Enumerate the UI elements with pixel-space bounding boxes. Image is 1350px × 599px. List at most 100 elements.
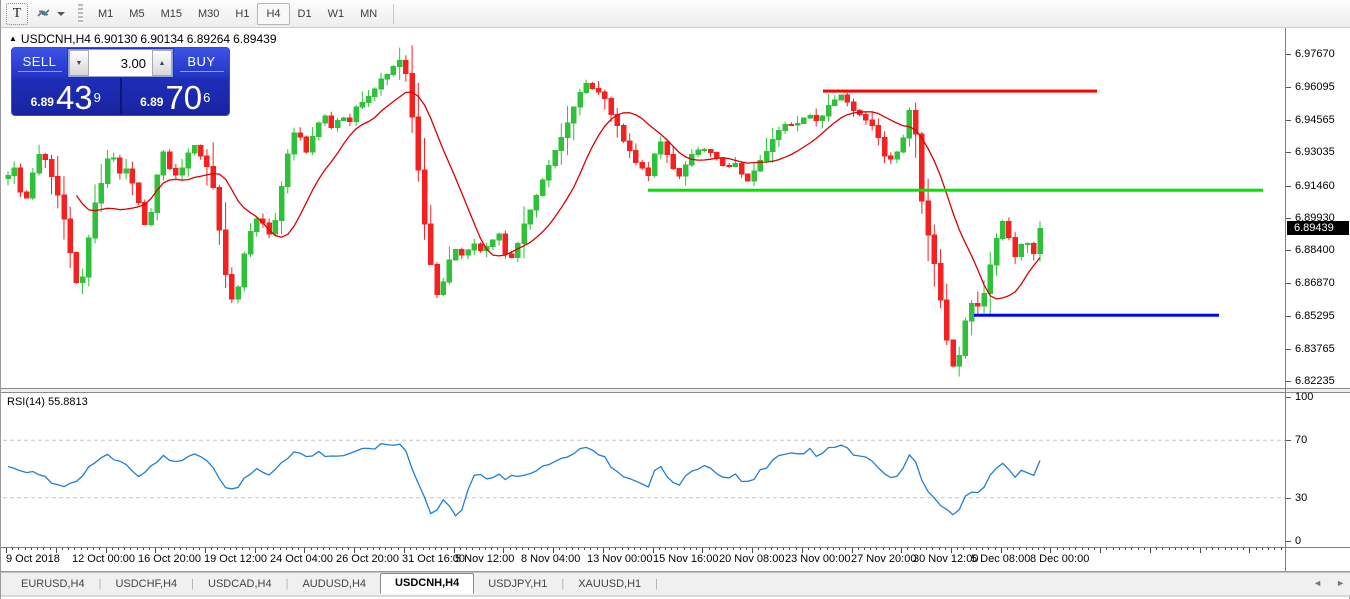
chart-tab-audusd-h4[interactable]: AUDUSD,H4 bbox=[288, 575, 380, 594]
chart-tab-usdcad-h4[interactable]: USDCAD,H4 bbox=[194, 575, 286, 594]
buy-price[interactable]: 6.89 70 6 bbox=[122, 78, 230, 116]
time-tick bbox=[547, 548, 548, 550]
time-tick bbox=[174, 548, 175, 550]
time-tick bbox=[1256, 548, 1257, 550]
time-tick bbox=[1032, 548, 1033, 550]
pane-separator[interactable] bbox=[1, 388, 1350, 393]
rsi-line bbox=[8, 444, 1040, 516]
time-axis-label: 15 Nov 16:00 bbox=[653, 553, 718, 565]
sell-button[interactable]: SELL bbox=[12, 48, 67, 78]
toolbar-grip[interactable] bbox=[78, 4, 83, 24]
rsi-tick-label: 100 bbox=[1295, 391, 1313, 403]
price-tick-label: 6.96095 bbox=[1295, 81, 1335, 93]
time-tick bbox=[416, 548, 417, 550]
time-tick bbox=[472, 548, 473, 550]
buy-button-label: BUY bbox=[187, 54, 215, 69]
time-tick bbox=[796, 548, 797, 550]
time-tick bbox=[665, 548, 666, 550]
time-tick bbox=[1187, 548, 1188, 550]
price-tick-label: 6.86870 bbox=[1295, 277, 1335, 289]
chart-tab-eurusd-h4[interactable]: EURUSD,H4 bbox=[7, 575, 99, 594]
time-tick bbox=[671, 548, 672, 550]
timeframe-button-w1[interactable]: W1 bbox=[320, 3, 353, 25]
sell-price-prefix: 6.89 bbox=[31, 95, 54, 109]
time-tick bbox=[870, 548, 871, 550]
time-tick bbox=[1206, 548, 1207, 550]
time-tick bbox=[87, 548, 88, 550]
time-tick bbox=[1237, 548, 1238, 550]
time-tick bbox=[460, 548, 461, 550]
resistance-line[interactable] bbox=[823, 90, 1097, 93]
time-tick bbox=[839, 548, 840, 550]
time-tick bbox=[646, 548, 647, 550]
time-tick bbox=[112, 548, 113, 550]
timeframe-button-h4[interactable]: H4 bbox=[257, 3, 289, 25]
chart-tab-usdcnh-h4[interactable]: USDCNH,H4 bbox=[380, 573, 474, 594]
buy-button[interactable]: BUY bbox=[174, 48, 229, 78]
time-tick bbox=[479, 548, 480, 550]
time-axis-label: 12 Oct 00:00 bbox=[72, 553, 135, 565]
time-tick bbox=[186, 548, 187, 550]
time-tick bbox=[491, 548, 492, 550]
time-tick bbox=[261, 548, 262, 550]
time-tick bbox=[895, 548, 896, 550]
time-tick bbox=[441, 548, 442, 550]
volume-increase-button[interactable]: ▲ bbox=[152, 50, 172, 76]
time-tick bbox=[534, 548, 535, 550]
price-tick bbox=[1286, 186, 1291, 187]
time-tick bbox=[298, 548, 299, 550]
tab-scroll-left-button[interactable]: ◄ bbox=[1313, 578, 1322, 588]
toolbar-separator bbox=[393, 4, 394, 24]
close-value: 6.89439 bbox=[233, 32, 276, 46]
time-tick bbox=[715, 548, 716, 550]
time-tick bbox=[180, 548, 181, 550]
timeframe-button-m15[interactable]: M15 bbox=[153, 3, 190, 25]
time-axis-label: 13 Nov 00:00 bbox=[587, 553, 652, 565]
collapse-triangle-icon[interactable]: ▲ bbox=[9, 34, 17, 43]
timeframe-button-m5[interactable]: M5 bbox=[121, 3, 152, 25]
time-tick bbox=[1169, 548, 1170, 550]
buy-price-main: 70 bbox=[165, 81, 202, 114]
support-line[interactable] bbox=[974, 314, 1219, 317]
time-tick bbox=[1119, 548, 1120, 550]
time-tick bbox=[1231, 548, 1232, 550]
time-tick bbox=[1218, 548, 1219, 550]
tab-scroll-right-button[interactable]: ► bbox=[1336, 578, 1345, 588]
timeframe-button-m30[interactable]: M30 bbox=[190, 3, 227, 25]
timeframe-button-m1[interactable]: M1 bbox=[90, 3, 121, 25]
rsi-indicator-chart[interactable] bbox=[3, 393, 1285, 547]
time-tick bbox=[1063, 548, 1064, 550]
breakout-line[interactable] bbox=[648, 189, 1263, 192]
time-tick bbox=[876, 548, 877, 550]
text-label-tool-button[interactable]: T bbox=[6, 3, 28, 25]
volume-decrease-button[interactable]: ▼ bbox=[69, 50, 89, 76]
time-tick bbox=[1094, 548, 1095, 550]
cursor-arrows-tool-button[interactable] bbox=[30, 3, 70, 25]
time-axis-label: 8 Nov 04:00 bbox=[521, 553, 580, 565]
time-tick bbox=[659, 548, 660, 550]
time-tick bbox=[957, 548, 958, 550]
time-tick bbox=[1156, 548, 1157, 550]
time-tick bbox=[466, 548, 467, 550]
chart-tab-xauusd-h1[interactable]: XAUUSD,H1 bbox=[564, 575, 655, 594]
time-axis[interactable]: 9 Oct 201812 Oct 00:0016 Oct 20:0019 Oct… bbox=[3, 548, 1285, 571]
time-tick bbox=[93, 548, 94, 550]
price-tick bbox=[1286, 120, 1291, 121]
rsi-tick bbox=[1286, 397, 1291, 398]
time-tick bbox=[12, 548, 13, 550]
sell-price[interactable]: 6.89 43 9 bbox=[12, 78, 122, 116]
timeframe-button-mn[interactable]: MN bbox=[352, 3, 385, 25]
volume-input[interactable]: 3.00 bbox=[89, 50, 152, 76]
time-tick bbox=[236, 548, 237, 550]
price-tick bbox=[1286, 54, 1291, 55]
price-tick bbox=[1286, 283, 1291, 284]
chart-tab-usdjpy-h1[interactable]: USDJPY,H1 bbox=[474, 575, 561, 594]
chart-tab-usdchf-h4[interactable]: USDCHF,H4 bbox=[101, 575, 191, 594]
timeframe-button-h1[interactable]: H1 bbox=[227, 3, 257, 25]
time-tick bbox=[1274, 548, 1275, 550]
time-tick bbox=[43, 548, 44, 550]
time-tick bbox=[398, 548, 399, 550]
timeframe-button-d1[interactable]: D1 bbox=[290, 3, 320, 25]
rsi-tick-label: 0 bbox=[1295, 535, 1301, 547]
time-tick bbox=[1125, 548, 1126, 550]
